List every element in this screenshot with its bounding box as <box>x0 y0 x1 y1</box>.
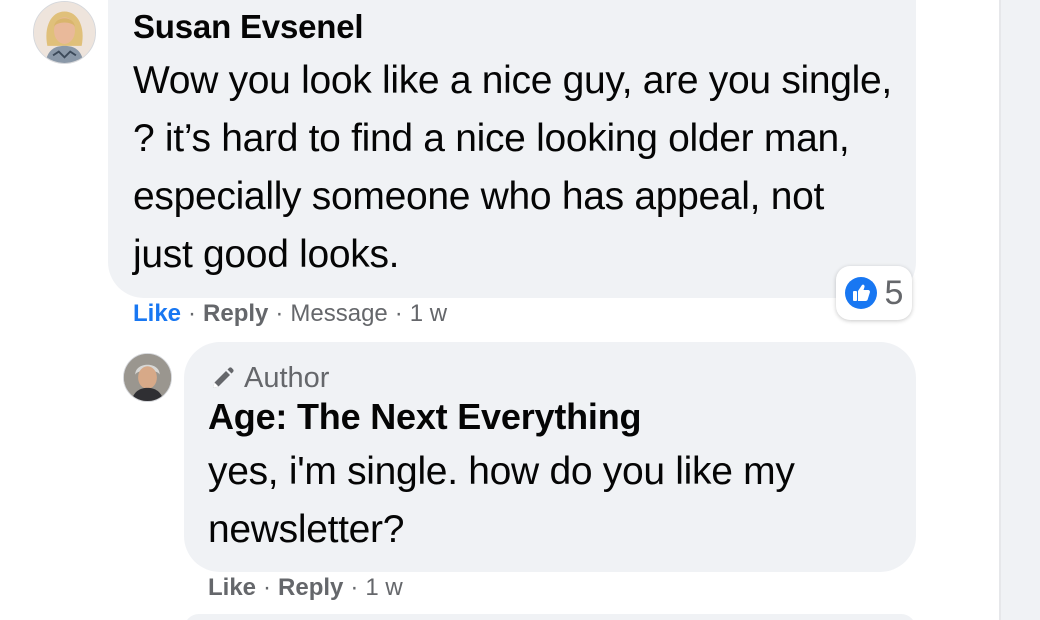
reaction-count-badge[interactable]: 5 <box>836 266 912 320</box>
comment-actions: Like · Reply · Message · 1 w <box>133 300 447 328</box>
reply-text: yes, i'm single. how do you like my news… <box>208 450 795 551</box>
message-link[interactable]: Message <box>290 300 387 328</box>
separator: · <box>263 574 272 601</box>
like-button[interactable]: Like <box>133 300 181 328</box>
separator: · <box>394 300 403 327</box>
reaction-count: 5 <box>884 273 904 312</box>
pencil-icon <box>213 366 234 388</box>
separator: · <box>350 574 359 601</box>
reply-avatar[interactable] <box>123 353 172 402</box>
comment-text: Wow you look like a nice guy, are you si… <box>133 59 892 276</box>
user-photo <box>124 354 171 401</box>
separator: · <box>188 300 197 327</box>
reply-author-name[interactable]: Age: The Next Everything <box>208 396 641 438</box>
like-button[interactable]: Like <box>208 574 256 602</box>
avatar[interactable] <box>33 1 96 64</box>
comment-thread: Susan Evsenel Wow you look like a nice g… <box>0 0 1040 620</box>
right-sidebar <box>1001 0 1040 620</box>
reply-button[interactable]: Reply <box>203 300 268 328</box>
reply-button[interactable]: Reply <box>278 574 343 602</box>
user-photo <box>34 2 95 63</box>
author-badge: Author <box>208 362 329 395</box>
thumbs-up-icon <box>844 277 877 309</box>
next-comment-bubble <box>184 614 916 620</box>
reply-timestamp[interactable]: 1 w <box>365 574 402 602</box>
comment-author-name[interactable]: Susan Evsenel <box>133 8 364 46</box>
separator: · <box>275 300 284 327</box>
author-badge-label: Author <box>244 362 330 394</box>
reply-actions: Like · Reply · 1 w <box>208 574 403 602</box>
comment-timestamp[interactable]: 1 w <box>410 300 447 328</box>
